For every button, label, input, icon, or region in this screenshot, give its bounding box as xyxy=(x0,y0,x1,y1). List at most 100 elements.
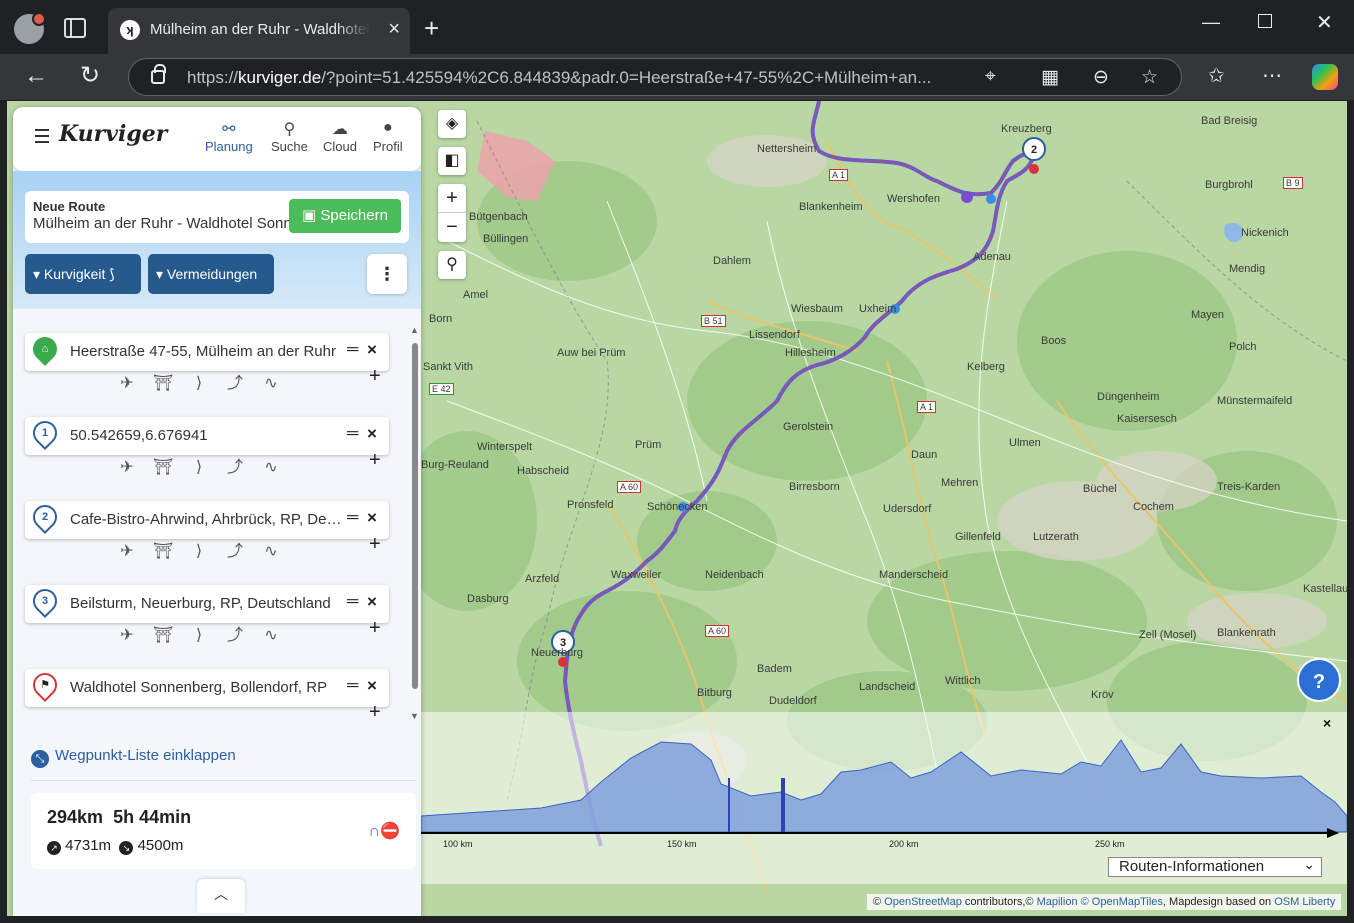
drag-handle-icon[interactable]: ═ xyxy=(347,341,358,359)
highway-icon[interactable]: ⛩ xyxy=(145,541,181,561)
waypoint-row[interactable]: 3 Beilsturm, Neuerburg, RP, Deutschland … xyxy=(25,584,389,623)
kurvigkeit-dropdown[interactable]: ▾ Kurvigkeit ⟆ xyxy=(25,254,141,294)
curvy-road-icon[interactable]: ⤴ xyxy=(217,453,253,477)
nav-profil[interactable]: ● Profil xyxy=(373,119,403,154)
waypoint-text[interactable]: Cafe-Bistro-Ahrwind, Ahrbrück, RP, Deuts… xyxy=(70,511,342,528)
drag-handle-icon[interactable]: ═ xyxy=(347,677,358,695)
add-waypoint-button[interactable]: + xyxy=(369,701,381,724)
drag-handle-icon[interactable]: ═ xyxy=(347,509,358,527)
url-text[interactable]: https://kurviger.de/?point=51.425594%2C6… xyxy=(187,68,967,88)
tab-actions-icon[interactable] xyxy=(64,18,86,38)
waypoint-text[interactable]: Waldhotel Sonnenberg, Bollendorf, RP xyxy=(70,679,342,696)
favorite-star-icon[interactable]: ☆ xyxy=(1141,66,1158,89)
remove-waypoint-icon[interactable]: × xyxy=(367,424,377,444)
fast-route-icon[interactable]: ✈ xyxy=(109,373,145,393)
fast-route-icon[interactable]: ✈ xyxy=(109,541,145,561)
browser-profile-icon[interactable] xyxy=(14,12,46,44)
route-icon: ⚯ xyxy=(222,121,236,138)
add-waypoint-button[interactable]: + xyxy=(369,449,381,472)
help-button[interactable]: ? xyxy=(1297,658,1341,702)
very-curvy-road-icon[interactable]: ∿ xyxy=(253,541,289,561)
zoom-out-icon[interactable]: ⊖ xyxy=(1093,66,1109,89)
remove-waypoint-icon[interactable]: × xyxy=(367,676,377,696)
waypoint-row[interactable]: ⌂ Heerstraße 47-55, Mülheim an der Ruhr … xyxy=(25,332,389,371)
highway-icon[interactable]: ⛩ xyxy=(145,457,181,477)
route-info-select[interactable]: Routen-Informationen xyxy=(1108,855,1322,877)
highway-icon[interactable]: ⛩ xyxy=(145,625,181,645)
map-place-label: Mehren xyxy=(941,477,979,489)
menu-hamburger-icon[interactable] xyxy=(35,129,49,143)
very-curvy-road-icon[interactable]: ∿ xyxy=(253,373,289,393)
copilot-icon[interactable] xyxy=(1312,64,1338,90)
app-grid-icon[interactable]: ▦ xyxy=(1041,66,1059,89)
waypoint-row[interactable]: 2 Cafe-Bistro-Ahrwind, Ahrbrück, RP, Deu… xyxy=(25,500,389,539)
waypoint-row[interactable]: 1 50.542659,6.676941 ═ × xyxy=(25,416,389,455)
more-menu-icon[interactable]: ⋯ xyxy=(1262,62,1282,90)
zoom-out-button[interactable]: − xyxy=(438,213,466,242)
fast-route-icon[interactable]: ✈ xyxy=(109,457,145,477)
drag-handle-icon[interactable]: ═ xyxy=(347,425,358,443)
browser-tab-active[interactable]: ʞ Mülheim an der Ruhr - Waldhotel × xyxy=(108,8,410,54)
osm-liberty-link[interactable]: OSM Liberty xyxy=(1274,896,1335,908)
straight-road-icon[interactable]: ⟩ xyxy=(181,457,217,477)
elevation-close-button[interactable]: × xyxy=(1323,715,1331,731)
waypoint-scrollbar[interactable]: ▲ ▼ xyxy=(409,323,421,723)
more-options-button[interactable]: ⋮ xyxy=(367,254,407,294)
osm-link[interactable]: OpenStreetMap xyxy=(884,896,962,908)
highway-icon[interactable]: ⛩ xyxy=(145,373,181,393)
tab-close-icon[interactable]: × xyxy=(388,18,400,40)
location-pin-icon[interactable]: ⌖ xyxy=(985,66,996,88)
waypoint-text[interactable]: 50.542659,6.676941 xyxy=(70,427,342,444)
favorites-list-icon[interactable]: ✩ xyxy=(1208,62,1225,90)
route-warnings-icons[interactable]: ∩⛔ xyxy=(369,821,400,841)
add-waypoint-button[interactable]: + xyxy=(369,617,381,640)
nav-cloud[interactable]: ☁ Cloud xyxy=(323,119,357,154)
lock-icon[interactable] xyxy=(151,64,166,84)
nav-planung[interactable]: ⚯ Planung xyxy=(205,119,253,154)
curvy-road-icon[interactable]: ⤴ xyxy=(217,369,253,393)
openmaptiles-link[interactable]: OpenMapTiles xyxy=(1092,896,1163,908)
remove-waypoint-icon[interactable]: × xyxy=(367,340,377,360)
new-tab-button[interactable]: + xyxy=(424,14,439,42)
remove-waypoint-icon[interactable]: × xyxy=(367,508,377,528)
save-button[interactable]: ▣ Speichern xyxy=(289,199,401,233)
scroll-thumb[interactable] xyxy=(412,343,418,689)
collapse-waypoint-list-link[interactable]: ⤡ Wegpunkt-Liste einklappen xyxy=(31,747,236,768)
vermeidungen-dropdown[interactable]: ▾ Vermeidungen xyxy=(148,254,274,294)
nav-suche[interactable]: ⚲ Suche xyxy=(271,119,308,154)
add-waypoint-button[interactable]: + xyxy=(369,533,381,556)
overlay-toggle-icon[interactable]: ◧ xyxy=(438,147,466,175)
drag-handle-icon[interactable]: ═ xyxy=(347,593,358,611)
minimize-window-icon[interactable]: — xyxy=(1202,12,1220,33)
straight-road-icon[interactable]: ⟩ xyxy=(181,625,217,645)
very-curvy-road-icon[interactable]: ∿ xyxy=(253,625,289,645)
elevation-profile-chart[interactable] xyxy=(421,712,1347,844)
waypoint-row[interactable]: ⚑ Waldhotel Sonnenberg, Bollendorf, RP ═… xyxy=(25,668,389,707)
straight-road-icon[interactable]: ⟩ xyxy=(181,373,217,393)
fast-route-icon[interactable]: ✈ xyxy=(109,625,145,645)
zoom-in-button[interactable]: + xyxy=(438,184,466,213)
curvy-road-icon[interactable]: ⤴ xyxy=(217,621,253,645)
scroll-up-icon[interactable]: ▲ xyxy=(410,325,419,335)
address-bar[interactable]: https://kurviger.de/?point=51.425594%2C6… xyxy=(128,58,1182,96)
scroll-down-icon[interactable]: ▼ xyxy=(410,711,419,721)
map-place-label: Büchel xyxy=(1083,483,1117,495)
waypoint-text[interactable]: Beilsturm, Neuerburg, RP, Deutschland xyxy=(70,595,342,612)
map-place-label: Amel xyxy=(463,289,489,301)
curvy-road-icon[interactable]: ⤴ xyxy=(217,537,253,561)
route-name-card[interactable]: Neue Route Mülheim an der Ruhr - Waldhot… xyxy=(25,191,409,243)
waypoint-text[interactable]: Heerstraße 47-55, Mülheim an der Ruhr xyxy=(70,343,342,360)
expand-details-button[interactable]: ︿ xyxy=(197,879,245,913)
locate-pin-icon[interactable]: ⚲ xyxy=(438,251,466,279)
map-place-label: Büllingen xyxy=(483,233,529,245)
very-curvy-road-icon[interactable]: ∿ xyxy=(253,457,289,477)
add-waypoint-button[interactable]: + xyxy=(369,365,381,388)
remove-waypoint-icon[interactable]: × xyxy=(367,592,377,612)
close-window-icon[interactable]: ✕ xyxy=(1316,10,1333,35)
layers-icon[interactable]: ◈ xyxy=(438,110,466,138)
mapilion-link[interactable]: Mapilion xyxy=(1037,896,1078,908)
reload-icon[interactable]: ↻ xyxy=(80,62,100,90)
back-arrow-icon[interactable]: ← xyxy=(24,62,48,90)
maximize-window-icon[interactable] xyxy=(1258,14,1272,28)
straight-road-icon[interactable]: ⟩ xyxy=(181,541,217,561)
